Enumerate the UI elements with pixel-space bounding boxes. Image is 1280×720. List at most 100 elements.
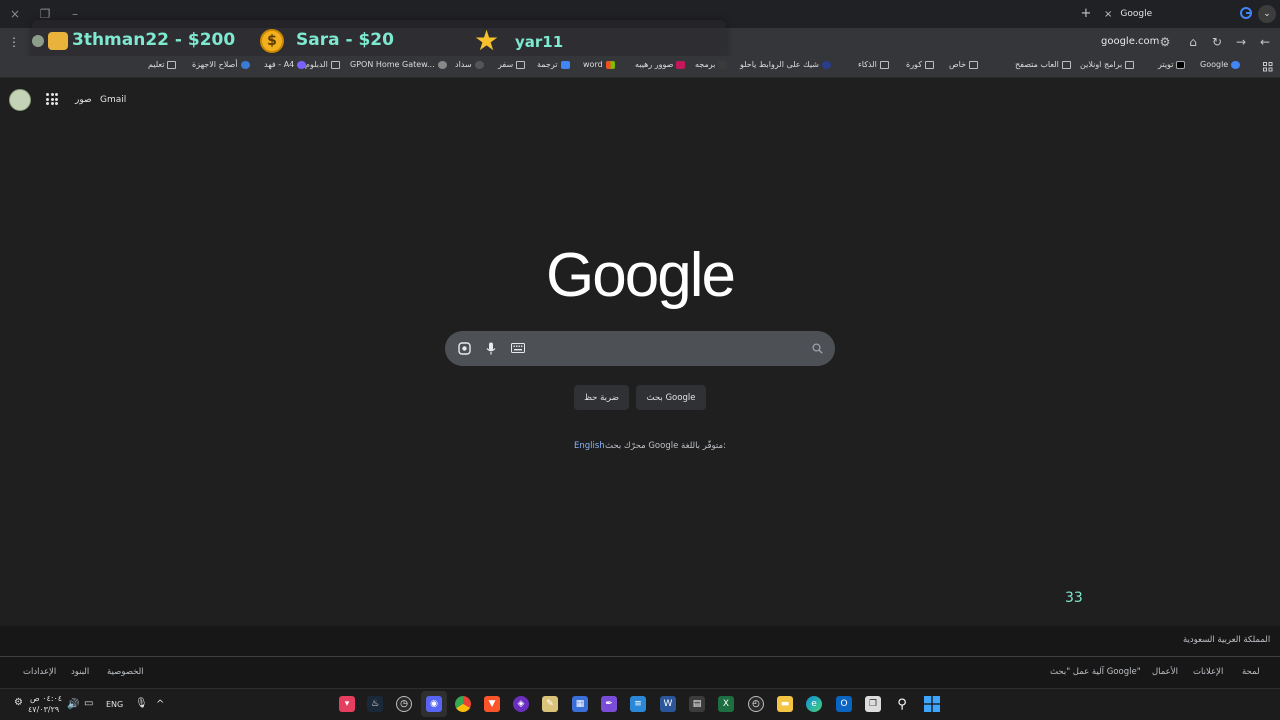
tab-title: Google (1120, 9, 1153, 19)
new-tab-button[interactable]: + (1078, 4, 1094, 22)
images-link[interactable]: صور (75, 95, 92, 105)
footer-about-link[interactable]: لمحة (1242, 667, 1260, 677)
bookmark-apps-icon[interactable] (1258, 57, 1278, 77)
widgets-icon[interactable]: ⚙ (14, 697, 23, 708)
bookmark-label: ترجمة (537, 60, 558, 69)
bookmark-label: فهد - A4 (264, 60, 295, 69)
bookmark-twitter[interactable]: تويتر (1158, 60, 1186, 69)
forward-icon[interactable]: → (1231, 32, 1251, 52)
language-english-link[interactable]: English (574, 441, 605, 451)
tab-search-dropdown-icon[interactable]: ⌄ (1258, 5, 1276, 23)
donor-third: yar11 (515, 33, 564, 51)
language-offer-text: محرّك بحث Google متوفّر باللغة: (605, 441, 726, 451)
clock-date[interactable]: ٤٧/٠٣/٢٩ (28, 705, 59, 714)
im-feeling-lucky-button[interactable]: ضربة حظ (574, 385, 629, 410)
volume-icon[interactable]: 🔊 (67, 699, 79, 710)
steam-icon[interactable]: ♨ (367, 696, 383, 712)
microphone-tray-icon[interactable]: 🎙 (135, 698, 148, 709)
google-logo: Google (546, 241, 736, 310)
file-explorer-icon[interactable]: ▬ (777, 696, 793, 712)
bookmark-fahad-a4[interactable]: فهد - A4 (264, 60, 307, 69)
address-bar[interactable]: google.com (1101, 36, 1159, 47)
network-icon[interactable]: ▭ (84, 698, 93, 709)
bookmark-browser-games[interactable]: العاب متصفح (1015, 60, 1071, 69)
outlook-icon[interactable]: O (836, 696, 852, 712)
site-settings-icon[interactable]: ⚙ (1155, 32, 1175, 52)
folder-icon (330, 60, 340, 69)
reload-icon[interactable]: ↻ (1207, 32, 1227, 52)
bookmark-diploma[interactable]: الدبلوم (305, 60, 340, 69)
folder-icon (925, 60, 934, 69)
close-window-icon[interactable]: × (0, 0, 30, 28)
taskbar-search-icon[interactable]: ⚲ (894, 696, 910, 712)
store-icon[interactable]: ▦ (572, 696, 588, 712)
bookmark-label: برمجه (695, 60, 716, 69)
bookmark-private[interactable]: خاص (949, 60, 979, 69)
keyboard-icon[interactable] (511, 341, 525, 355)
bookmark-label: صوور رهيبه (635, 60, 674, 69)
footer-advertising-link[interactable]: الإعلانات (1193, 667, 1223, 677)
bookmark-football[interactable]: كورة (906, 60, 934, 69)
sxy-app-icon[interactable]: ◈ (513, 696, 529, 712)
windows-start-icon[interactable] (924, 696, 940, 712)
bookmark-google[interactable]: Google (1200, 60, 1241, 69)
bookmark-word[interactable]: word (583, 60, 615, 69)
bookmark-images[interactable]: صوور رهيبه (635, 60, 686, 69)
microsoft-icon (605, 60, 615, 69)
word-icon[interactable]: W (660, 696, 676, 712)
image-icon (676, 60, 686, 69)
language-indicator[interactable]: ENG (106, 700, 123, 709)
gmail-link[interactable]: Gmail (100, 95, 126, 105)
tab-google[interactable]: × Google (1098, 2, 1258, 26)
brave-icon[interactable]: ▼ (484, 696, 500, 712)
footer-settings-link[interactable]: الإعدادات (23, 667, 56, 677)
donor-first: 3thman22 - $200 (72, 30, 236, 50)
edge-icon[interactable]: e (806, 696, 822, 712)
menu-icon[interactable]: ⋮ (4, 32, 24, 52)
bookmark-ai[interactable]: الذكاء (858, 60, 889, 69)
search-icon[interactable] (810, 341, 824, 355)
calculator-icon[interactable]: ▤ (689, 696, 705, 712)
discord-icon[interactable]: ◉ (426, 696, 442, 712)
google-icon (1231, 60, 1241, 69)
timer-icon[interactable]: ◴ (748, 696, 764, 712)
bookmark-sadad[interactable]: سداد (455, 60, 484, 69)
bookmark-education[interactable]: تعليم (148, 60, 177, 69)
excel-icon[interactable]: X (718, 696, 734, 712)
bookmark-check-links[interactable]: شيك على الروابط ياحلو (740, 60, 831, 69)
lens-icon[interactable] (457, 341, 471, 355)
google-favicon-icon (1240, 6, 1252, 22)
chrome-icon[interactable] (455, 696, 471, 712)
bookmark-travel[interactable]: سفر (498, 60, 526, 69)
footer-how-search-works-link[interactable]: آلية عمل "بحث Google" (1050, 667, 1141, 677)
bookmark-repair[interactable]: أصلاح الاجهزة (192, 60, 250, 69)
search-input[interactable] (530, 338, 800, 358)
bookmark-label: GPON Home Gatew... (350, 60, 435, 69)
back-icon[interactable]: ← (1255, 32, 1275, 52)
bookmark-gpon[interactable]: GPON Home Gatew... (350, 60, 447, 69)
tab-close-icon[interactable]: × (1104, 9, 1112, 20)
footer-privacy-link[interactable]: الخصوصية (107, 667, 144, 677)
task-view-icon[interactable]: ❐ (865, 696, 881, 712)
folder-icon (1061, 60, 1071, 69)
bookmark-translate[interactable]: ترجمة (537, 60, 570, 69)
bookmark-label: خاص (949, 60, 967, 69)
bookmark-label: كورة (906, 60, 922, 69)
bookmark-label: Google (1200, 60, 1229, 69)
tray-overflow-chevron-icon[interactable]: ^ (156, 699, 164, 710)
clock-time[interactable]: ٠٤:٠٤ ص (30, 694, 62, 703)
tools-icon[interactable]: ✎ (542, 696, 558, 712)
mic-icon[interactable] (484, 341, 498, 355)
pocket-icon[interactable]: ▾ (339, 696, 355, 712)
bookmark-online-apps[interactable]: برامج اونلاين (1080, 60, 1135, 69)
feather-icon[interactable]: ✒ (601, 696, 617, 712)
bookmark-programming[interactable]: برمجه (695, 60, 728, 69)
clock-app-icon[interactable]: ◷ (396, 696, 412, 712)
notepad-icon[interactable]: ≡ (630, 696, 646, 712)
google-search-button[interactable]: بحث Google (636, 385, 706, 410)
footer-terms-link[interactable]: البنود (71, 667, 89, 677)
home-icon[interactable]: ⌂ (1183, 32, 1203, 52)
footer-business-link[interactable]: الأعمال (1152, 667, 1178, 677)
apps-grid-icon[interactable] (46, 93, 58, 105)
account-avatar[interactable] (9, 89, 31, 111)
